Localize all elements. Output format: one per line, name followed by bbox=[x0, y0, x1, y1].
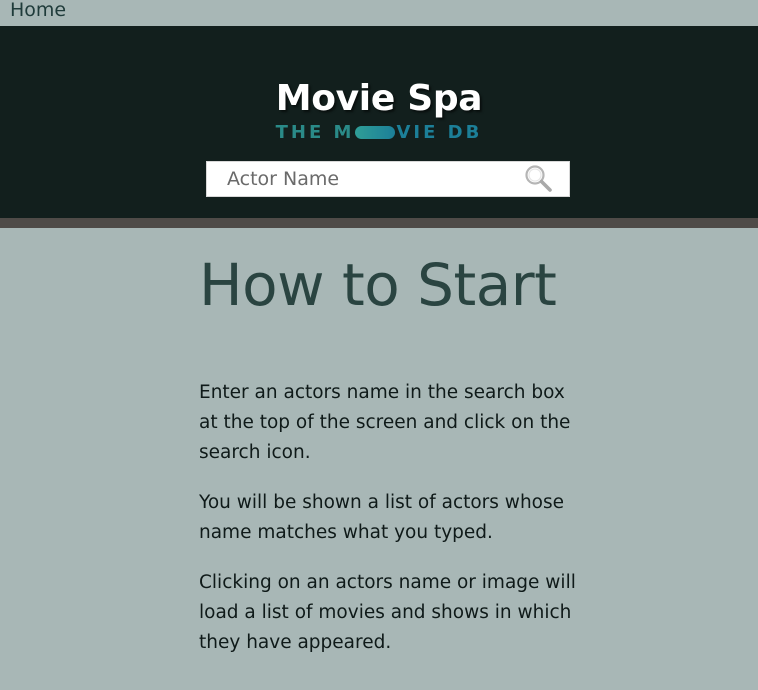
search-icon[interactable] bbox=[523, 164, 555, 194]
search-box bbox=[206, 161, 570, 197]
top-nav: Home bbox=[0, 0, 758, 26]
tmdb-logo: THE M VIE DB bbox=[0, 122, 758, 143]
main-content: How to Start Enter an actors name in the… bbox=[199, 251, 579, 653]
search-input[interactable] bbox=[207, 162, 507, 196]
header: Movie Spa THE M VIE DB bbox=[0, 26, 758, 218]
tmdb-logo-pill bbox=[355, 126, 396, 139]
instruction-paragraph: Clicking on an actors name or image will… bbox=[199, 572, 576, 653]
tmdb-logo-text-start: THE M bbox=[275, 122, 355, 143]
app-title: Movie Spa bbox=[275, 78, 483, 119]
tmdb-logo-text-end: VIE DB bbox=[396, 122, 483, 143]
home-link[interactable]: Home bbox=[10, 0, 66, 21]
instruction-paragraph: You will be shown a list of actors whose… bbox=[199, 492, 565, 543]
page-title: How to Start bbox=[199, 251, 557, 319]
instructions: Enter an actors name in the search box a… bbox=[199, 378, 579, 658]
instruction-paragraph: Enter an actors name in the search box a… bbox=[199, 382, 571, 463]
header-divider bbox=[0, 218, 758, 228]
